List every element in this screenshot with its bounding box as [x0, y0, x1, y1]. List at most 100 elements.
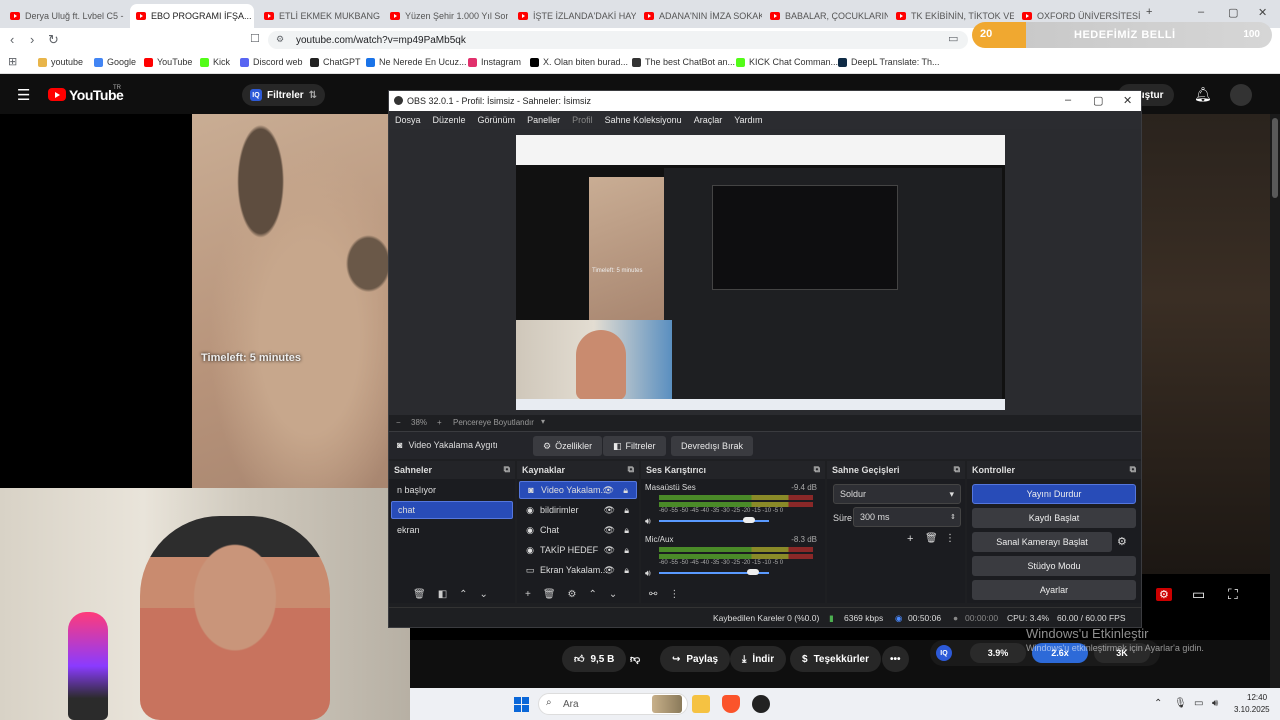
- obs-menu-item[interactable]: Dosya: [389, 115, 427, 125]
- obs-taskbar-icon[interactable]: [752, 695, 770, 713]
- network-icon[interactable]: ▭: [1194, 698, 1203, 709]
- menu-icon[interactable]: ☰: [17, 86, 30, 104]
- settings-hd-icon[interactable]: ⚙: [1156, 588, 1172, 601]
- properties-button[interactable]: ⚙ Özellikler: [533, 436, 603, 456]
- obs-maximize-button[interactable]: ▢: [1093, 94, 1103, 107]
- start-recording-button[interactable]: Kaydı Başlat: [972, 508, 1136, 528]
- trash-icon[interactable]: 🗑︎: [543, 589, 556, 600]
- studio-mode-button[interactable]: Stüdyo Modu: [972, 556, 1136, 576]
- url-input[interactable]: youtube.com/watch?v=mp49PaMb5qk: [268, 31, 968, 49]
- obs-menu-item[interactable]: Yardım: [728, 115, 768, 125]
- back-icon[interactable]: ‹: [10, 32, 14, 47]
- add-icon[interactable]: +: [907, 533, 913, 545]
- obs-menu-item[interactable]: Sahne Koleksiyonu: [599, 115, 688, 125]
- popout-icon[interactable]: ⧉: [504, 464, 510, 475]
- share-button[interactable]: ↪ Paylaş: [660, 646, 731, 672]
- youtube-logo-icon[interactable]: [48, 88, 66, 101]
- thanks-button[interactable]: $ Teşekkürler: [790, 646, 881, 672]
- source-item[interactable]: ◉ bildirimler 👁︎ 🔒︎: [519, 501, 637, 519]
- bookmark-item[interactable]: X. Olan biten burad...: [530, 57, 628, 67]
- obs-menu-item[interactable]: Profil: [566, 115, 599, 125]
- lock-icon[interactable]: 🔒︎: [624, 565, 629, 576]
- arrow-down-icon[interactable]: ⌄: [480, 589, 488, 600]
- browser-tab[interactable]: Derya Uluğ ft. Lvbel C5 - Ç: [4, 4, 126, 28]
- arrow-up-icon[interactable]: ⌃: [459, 589, 467, 600]
- apps-icon[interactable]: ⊞: [8, 55, 17, 68]
- add-icon[interactable]: +: [525, 589, 531, 600]
- duration-input[interactable]: 300 ms ⇕: [853, 507, 961, 527]
- cast-icon[interactable]: ▭: [948, 32, 958, 45]
- bookmark-item[interactable]: Instagram: [468, 57, 521, 67]
- browser-tab[interactable]: Yüzen Şehir 1.000 Yıl Sonr: [384, 4, 508, 28]
- eye-icon[interactable]: 👁︎: [604, 565, 615, 576]
- microphone-icon[interactable]: 🎙︎: [1174, 698, 1187, 709]
- bookmark-item[interactable]: Discord web: [240, 57, 303, 67]
- popout-icon[interactable]: ⧉: [1130, 464, 1136, 475]
- arrow-up-icon[interactable]: ⌃: [589, 589, 597, 600]
- obs-menu-item[interactable]: Paneller: [521, 115, 566, 125]
- bookmark-item[interactable]: The best ChatBot an...: [632, 57, 735, 67]
- filter-icon[interactable]: ◧: [438, 589, 447, 600]
- volume-slider-handle[interactable]: [746, 569, 759, 575]
- gear-icon[interactable]: ⚙: [568, 589, 577, 600]
- trash-icon[interactable]: 🗑︎: [413, 589, 426, 600]
- bookmark-item[interactable]: YouTube: [144, 57, 192, 67]
- bookmark-item[interactable]: youtube: [38, 57, 83, 67]
- scene-item[interactable]: n başlıyor: [391, 481, 513, 499]
- windows-start-icon[interactable]: [514, 697, 529, 712]
- tray-chevron-icon[interactable]: ⌃: [1154, 698, 1162, 709]
- obs-menu-item[interactable]: Görünüm: [472, 115, 522, 125]
- bookmark-item[interactable]: Ne Nerede En Ucuz...: [366, 57, 467, 67]
- new-tab-button[interactable]: +: [1146, 6, 1152, 18]
- scene-item[interactable]: chat: [391, 501, 513, 519]
- like-button[interactable]: 👍︎ 9,5 B: [562, 646, 627, 672]
- browser-tab[interactable]: BABALAR, ÇOCUKLARININ: [764, 4, 888, 28]
- browser-tab-active[interactable]: EBO PROGRAMI İFŞA...✕: [130, 4, 254, 28]
- page-scrollbar[interactable]: [1270, 114, 1280, 720]
- popout-icon[interactable]: ⧉: [628, 464, 634, 475]
- eye-icon[interactable]: 👁︎: [604, 505, 615, 516]
- widget-icon[interactable]: [652, 695, 682, 713]
- lock-icon[interactable]: 🔒︎: [624, 505, 629, 516]
- source-item[interactable]: ◙ Video Yakalam... 👁︎ 🔒︎: [519, 481, 637, 499]
- zoom-out-icon[interactable]: −: [396, 418, 401, 427]
- obs-preview-canvas[interactable]: Timeleft: 5 minutes: [516, 135, 1005, 410]
- transition-select[interactable]: Soldur ▾: [833, 484, 961, 504]
- eye-icon[interactable]: 👁︎: [603, 485, 614, 496]
- link-icon[interactable]: ⚯: [649, 589, 657, 600]
- bookmark-item[interactable]: Google: [94, 57, 136, 67]
- volume-icon[interactable]: 🔊︎: [1212, 698, 1218, 709]
- bookmark-item[interactable]: ChatGPT: [310, 57, 361, 67]
- site-info-icon[interactable]: ⚙: [276, 34, 284, 45]
- stepper-icon[interactable]: ⇕: [950, 513, 956, 521]
- lock-icon[interactable]: 🔒︎: [623, 485, 628, 496]
- deactivate-button[interactable]: Devredışı Bırak: [671, 436, 754, 456]
- theater-mode-icon[interactable]: ▭: [1192, 586, 1205, 603]
- settings-button[interactable]: Ayarlar: [972, 580, 1136, 600]
- dislike-button[interactable]: 👎︎: [620, 646, 650, 672]
- download-button[interactable]: ⤓ İndir: [730, 646, 787, 672]
- filters-button[interactable]: ◧ Filtreler: [603, 436, 666, 456]
- volume-icon[interactable]: 🔊︎: [645, 568, 651, 579]
- arrow-down-icon[interactable]: ⌄: [609, 589, 617, 600]
- notifications-icon[interactable]: 🔔︎: [1194, 86, 1212, 103]
- scene-item[interactable]: ekran: [391, 521, 513, 539]
- forward-icon[interactable]: ›: [30, 32, 34, 47]
- obs-preview-area[interactable]: Timeleft: 5 minutes: [389, 129, 1141, 415]
- clock-date[interactable]: 3.10.2025: [1234, 705, 1270, 714]
- fit-window-label[interactable]: Pencereye Boyutlandır: [453, 418, 534, 427]
- obs-close-button[interactable]: ✕: [1123, 94, 1132, 107]
- maximize-button[interactable]: ▢: [1228, 6, 1238, 19]
- fullscreen-icon[interactable]: ⛶: [1228, 586, 1238, 603]
- chevron-down-icon[interactable]: ▾: [541, 417, 545, 426]
- clock-time[interactable]: 12:40: [1247, 693, 1267, 702]
- filters-chip[interactable]: IQ Filtreler ⇅: [242, 84, 326, 106]
- obs-title-bar[interactable]: OBS 32.0.1 - Profil: İsimsiz - Sahneler:…: [389, 91, 1141, 111]
- source-item[interactable]: ◉ Chat 👁︎ 🔒︎: [519, 521, 637, 539]
- more-icon[interactable]: ⋮: [945, 533, 955, 544]
- bookmark-item[interactable]: Kick: [200, 57, 230, 67]
- source-item[interactable]: ◉ TAKİP HEDEF 👁︎ 🔒︎: [519, 541, 637, 559]
- more-actions-button[interactable]: •••: [882, 646, 909, 672]
- bookmark-item[interactable]: KICK Chat Comman...: [736, 57, 838, 67]
- eye-icon[interactable]: 👁︎: [604, 545, 615, 556]
